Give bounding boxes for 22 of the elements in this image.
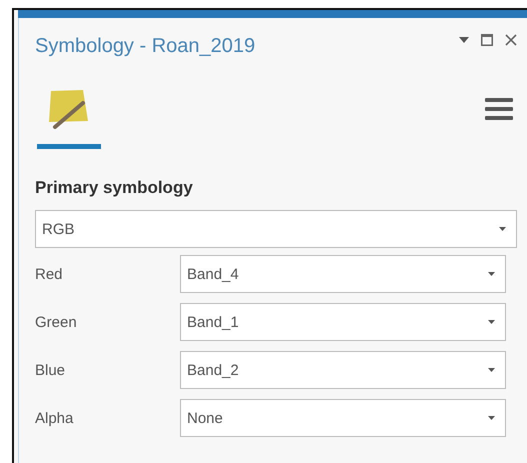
caret-icon xyxy=(499,227,506,231)
band-label: Alpha xyxy=(35,410,74,426)
paintbrush-polygon-icon xyxy=(47,89,91,129)
caret-icon xyxy=(488,416,495,420)
band-label: Green xyxy=(35,314,78,330)
menu-icon[interactable] xyxy=(485,98,513,120)
renderer-dropdown[interactable]: RGB xyxy=(35,210,517,248)
band-dropdown[interactable]: Band_4 xyxy=(180,255,506,293)
band-label: Blue xyxy=(35,362,66,378)
symbology-tab[interactable] xyxy=(37,89,101,149)
band-dropdown[interactable]: Band_2 xyxy=(180,351,506,389)
window-title: Symbology - Roan_2019 xyxy=(35,34,256,58)
close-icon[interactable] xyxy=(505,34,517,46)
band-dropdown[interactable]: None xyxy=(180,399,506,437)
caret-icon xyxy=(488,320,495,324)
section-heading: Primary symbology xyxy=(35,178,194,198)
caret-icon xyxy=(488,272,495,276)
maximize-icon[interactable] xyxy=(481,34,493,46)
band-label: Red xyxy=(35,266,64,282)
caret-icon xyxy=(488,368,495,372)
dropdown-icon[interactable] xyxy=(459,37,469,43)
band-dropdown[interactable]: Band_1 xyxy=(180,303,506,341)
